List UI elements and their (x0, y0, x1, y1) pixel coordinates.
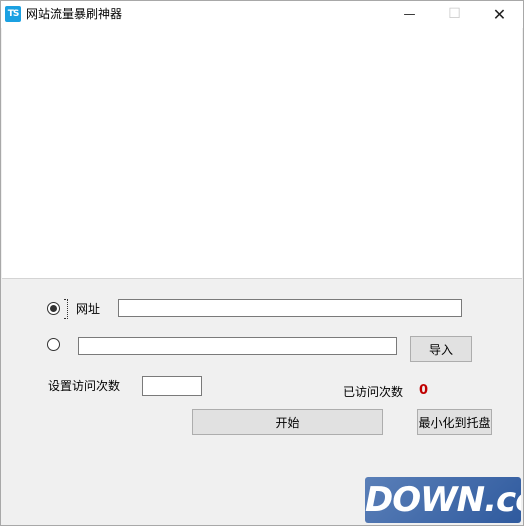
watermark-logo: DOWN.cc (365, 477, 521, 523)
file-path-input[interactable] (78, 337, 397, 355)
visits-label: 设置访问次数 (48, 379, 121, 393)
url-label: 网址 (76, 302, 101, 316)
window-title: 网站流量暴刷神器 (26, 7, 123, 21)
url-input[interactable] (118, 299, 462, 317)
maximize-button[interactable]: ☐ (432, 1, 477, 28)
visited-count-value: 0 (419, 383, 429, 398)
close-button[interactable]: ✕ (477, 1, 522, 28)
visits-input[interactable] (142, 376, 202, 396)
app-icon: TS (5, 6, 21, 22)
title-bar[interactable]: TS 网站流量暴刷神器 — ☐ ✕ (1, 1, 523, 28)
url-radio[interactable] (47, 302, 60, 315)
import-button[interactable]: 导入 (410, 336, 472, 362)
minimize-to-tray-button[interactable]: 最小化到托盘 (417, 409, 492, 435)
minimize-button[interactable]: — (387, 1, 432, 28)
start-button[interactable]: 开始 (192, 409, 383, 435)
radio-focus-rect (64, 299, 68, 319)
browser-view[interactable] (2, 28, 522, 279)
file-radio[interactable] (47, 338, 60, 351)
visited-count-label: 已访问次数 (343, 385, 404, 399)
app-window: TS 网站流量暴刷神器 — ☐ ✕ 网址 导入 设置访问次数 已访问次数 0 开… (0, 0, 524, 526)
